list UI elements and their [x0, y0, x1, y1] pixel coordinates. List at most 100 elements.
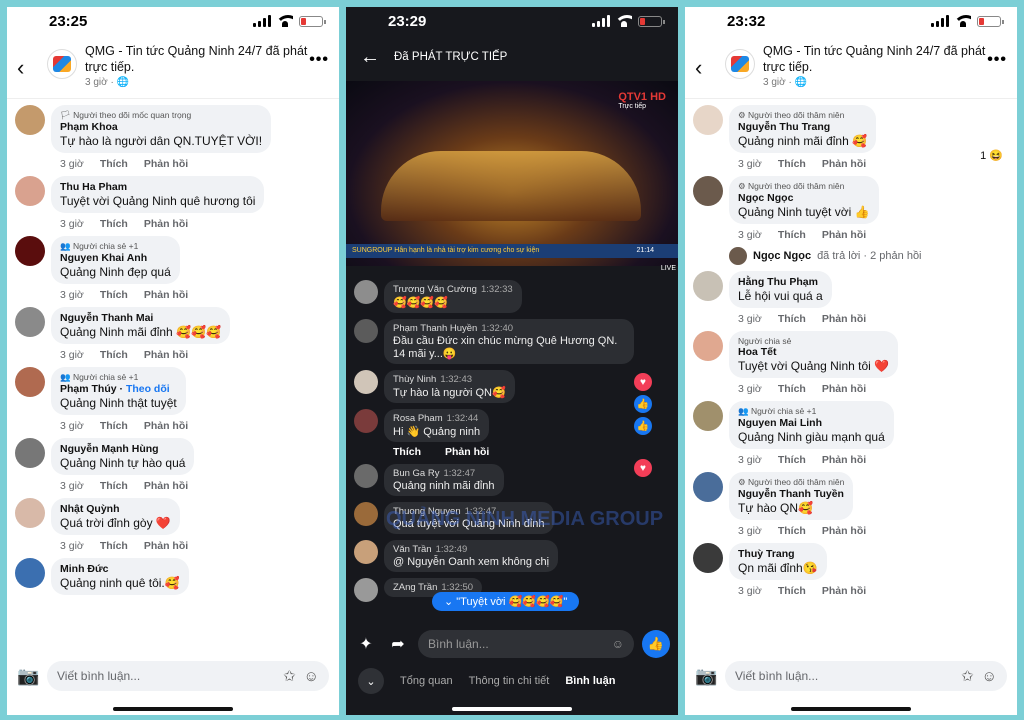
- commenter-name[interactable]: Nguyễn Thu Trang: [738, 121, 867, 133]
- tab-details[interactable]: Thông tin chi tiết: [469, 675, 550, 687]
- reply-link[interactable]: Phản hồi: [822, 585, 866, 597]
- commenter-name[interactable]: Nguyễn Mạnh Hùng: [60, 443, 185, 455]
- comment-bubble[interactable]: Người chia sẻ Hoa Tết Tuyệt vời Quảng Ninh…: [729, 331, 899, 378]
- avatar[interactable]: [15, 236, 45, 266]
- avatar[interactable]: [354, 464, 378, 488]
- back-arrow-icon[interactable]: ←: [360, 46, 380, 69]
- live-video-player[interactable]: QTV1 HD Trực tiếp SUNGROUP Hân hạnh là nh…: [346, 81, 678, 272]
- comment-bubble[interactable]: Nhật Quỳnh Quá trời đỉnh gòy ❤️: [51, 498, 180, 535]
- avatar[interactable]: [15, 105, 45, 135]
- comment-bubble[interactable]: Trương Văn Cường 1:32:33 🥰🥰🥰🥰: [384, 280, 522, 313]
- reply-link[interactable]: Phản hồi: [822, 158, 866, 170]
- comment-bubble[interactable]: Nguyễn Mạnh Hùng Quảng Ninh tự hào quá: [51, 438, 195, 475]
- commenter-name[interactable]: Phạm Khoa: [60, 121, 262, 133]
- like-link[interactable]: Thích: [778, 454, 806, 466]
- avatar[interactable]: [15, 307, 45, 337]
- commenter-name[interactable]: Minh Đức: [60, 563, 180, 575]
- reply-link[interactable]: Phản hồi: [144, 158, 188, 170]
- like-link[interactable]: Thích: [393, 446, 421, 458]
- back-arrow-icon[interactable]: ‹: [17, 55, 37, 81]
- comment-bubble[interactable]: Văn Trần 1:32:49 @ Nguyễn Oanh xem không c…: [384, 540, 559, 572]
- tab-comments[interactable]: Bình luận: [565, 675, 615, 687]
- avatar[interactable]: [693, 271, 723, 301]
- back-arrow-icon[interactable]: ‹: [695, 55, 715, 81]
- avatar[interactable]: [693, 543, 723, 573]
- like-link[interactable]: Thích: [100, 349, 128, 361]
- reply-link[interactable]: Phản hồi: [144, 218, 188, 230]
- comment-input[interactable]: Viết bình luận... ✩ ☺: [47, 661, 329, 691]
- like-link[interactable]: Thích: [778, 158, 806, 170]
- avatar[interactable]: [15, 176, 45, 206]
- commenter-name[interactable]: Nguyen Khai Anh: [60, 252, 171, 264]
- like-link[interactable]: Thích: [100, 158, 128, 170]
- comment-bubble[interactable]: Phạm Thanh Huyền 1:32:40 Đầu cầu Đức xin c…: [384, 319, 634, 364]
- post-header-title[interactable]: QMG - Tin tức Quảng Ninh 24/7 đã phát tr…: [763, 43, 987, 75]
- comment-bubble[interactable]: 👥 Người chia sẻ +1 Nguyen Mai Linh Quảng N…: [729, 401, 894, 449]
- avatar[interactable]: [354, 280, 378, 304]
- camera-icon[interactable]: 📷: [17, 666, 47, 687]
- like-link[interactable]: Thích: [100, 540, 128, 552]
- comment-bubble[interactable]: 👥 Người chia sẻ +1 Nguyen Khai Anh Quảng N…: [51, 236, 180, 284]
- commenter-name[interactable]: Bun Ga Ry: [393, 468, 439, 479]
- reply-link[interactable]: Phản hồi: [144, 289, 188, 301]
- like-link[interactable]: Thích: [778, 585, 806, 597]
- sticker-icon[interactable]: ✩: [961, 668, 974, 685]
- avatar[interactable]: [693, 105, 723, 135]
- tab-overview[interactable]: Tổng quan: [400, 675, 453, 687]
- like-link[interactable]: Thích: [100, 420, 128, 432]
- comment-bubble[interactable]: ⚙ Người theo dõi thâm niên Ngọc Ngọc Quảng…: [729, 176, 879, 224]
- commenter-name[interactable]: Nguyen Mai Linh: [738, 417, 885, 429]
- avatar[interactable]: [693, 331, 723, 361]
- commenter-name[interactable]: Phạm Thúy · Theo dõi: [60, 383, 177, 395]
- like-button[interactable]: 👍: [642, 630, 670, 658]
- replies-summary[interactable]: Ngọc Ngọc đã trả lời · 2 phản hồi: [729, 247, 1009, 265]
- more-options-icon[interactable]: •••: [309, 51, 329, 69]
- avatar[interactable]: [15, 558, 45, 588]
- sticker-icon[interactable]: ✩: [283, 668, 296, 685]
- page-logo-avatar[interactable]: [725, 49, 755, 79]
- comment-input[interactable]: Viết bình luận... ✩ ☺: [725, 661, 1007, 691]
- avatar[interactable]: [693, 176, 723, 206]
- comment-bubble[interactable]: Nguyễn Thanh Mai Quảng Ninh mãi đỉnh 🥰🥰🥰: [51, 307, 230, 344]
- comment-bubble[interactable]: ⚙ Người theo dõi thâm niên Nguyễn Thanh T…: [729, 472, 854, 520]
- like-link[interactable]: Thích: [100, 480, 128, 492]
- like-link[interactable]: Thích: [778, 313, 806, 325]
- reply-link[interactable]: Phản hồi: [144, 349, 188, 361]
- comment-bubble[interactable]: 👥 Người chia sẻ +1 Phạm Thúy · Theo dõi Qu…: [51, 367, 186, 415]
- commenter-name[interactable]: Nhật Quỳnh: [60, 503, 171, 515]
- avatar[interactable]: [354, 502, 378, 526]
- like-link[interactable]: Thích: [778, 229, 806, 241]
- avatar[interactable]: [15, 498, 45, 528]
- follow-link[interactable]: Theo dõi: [126, 383, 170, 395]
- reply-link[interactable]: Phản hồi: [144, 540, 188, 552]
- reply-link[interactable]: Phản hồi: [822, 313, 866, 325]
- reply-link[interactable]: Phản hồi: [445, 446, 489, 458]
- commenter-name[interactable]: Rosa Pham: [393, 413, 443, 424]
- avatar[interactable]: [693, 401, 723, 431]
- live-comment-input[interactable]: Bình luận... ☺: [418, 630, 634, 658]
- commenter-name[interactable]: Trương Văn Cường: [393, 284, 477, 295]
- commenter-name[interactable]: ZAng Trần: [393, 582, 437, 593]
- reply-link[interactable]: Phản hồi: [144, 480, 188, 492]
- reply-link[interactable]: Phản hồi: [144, 420, 188, 432]
- commenter-name[interactable]: Ngọc Ngọc: [738, 192, 870, 204]
- post-header-title[interactable]: QMG - Tin tức Quảng Ninh 24/7 đã phát tr…: [85, 43, 309, 75]
- emoji-icon[interactable]: ☺: [612, 637, 624, 651]
- reply-link[interactable]: Phản hồi: [822, 229, 866, 241]
- comment-bubble[interactable]: 🏳 Người theo dõi mốc quan trọng Phạm Khoa…: [51, 105, 272, 153]
- reaction-count[interactable]: 1 😆: [980, 149, 1003, 162]
- commenter-name[interactable]: Nguyễn Thanh Mai: [60, 312, 221, 324]
- comment-bubble[interactable]: Thu Ha Pham Tuyệt vời Quảng Ninh quê hươn…: [51, 176, 265, 213]
- comment-bubble[interactable]: Thuỳ Trang Qn mãi đỉnh😘: [729, 543, 827, 580]
- avatar[interactable]: [354, 540, 378, 564]
- commenter-name[interactable]: Văn Trần: [393, 544, 432, 555]
- comment-bubble[interactable]: Bun Ga Ry 1:32:47 Quảng ninh mãi đỉnh: [384, 464, 504, 496]
- camera-icon[interactable]: 📷: [695, 666, 725, 687]
- avatar[interactable]: [354, 319, 378, 343]
- commenter-name[interactable]: Thuỳ Trang: [738, 548, 818, 560]
- new-comment-pill[interactable]: ⌄ "Tuyệt vời 🥰🥰🥰🥰": [432, 592, 580, 611]
- avatar[interactable]: [15, 438, 45, 468]
- comment-bubble[interactable]: Thùy Ninh 1:32:43 Tự hào là người QN🥰: [384, 370, 515, 403]
- avatar[interactable]: [354, 370, 378, 394]
- avatar[interactable]: [354, 409, 378, 433]
